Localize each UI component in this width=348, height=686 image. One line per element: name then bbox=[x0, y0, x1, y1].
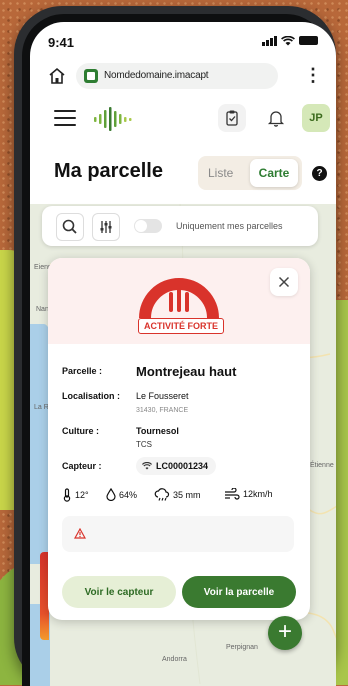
location-label: Localisation : bbox=[62, 391, 121, 401]
activity-gauge-icon bbox=[139, 278, 219, 319]
only-my-parcels-toggle[interactable] bbox=[134, 219, 162, 233]
thermometer-icon bbox=[63, 488, 71, 502]
wifi-icon bbox=[142, 462, 152, 470]
only-my-parcels-label: Uniquement mes parcelles bbox=[176, 221, 283, 231]
clipboard-button[interactable] bbox=[218, 104, 246, 132]
filter-settings-button[interactable] bbox=[92, 213, 120, 241]
alert-box bbox=[62, 516, 294, 552]
status-time: 9:41 bbox=[48, 35, 75, 50]
wind-icon bbox=[225, 488, 240, 500]
weather-row: 12° 64% 35 mm 12km/h bbox=[62, 488, 302, 506]
sensor-id: LC00001234 bbox=[156, 461, 209, 471]
parcel-card: ACTIVITÉ FORTE Parcelle : Montrejeau hau… bbox=[48, 258, 310, 620]
water-drop-icon bbox=[106, 488, 116, 501]
close-button[interactable] bbox=[270, 268, 298, 296]
view-sensor-button[interactable]: Voir le capteur bbox=[62, 576, 176, 608]
status-icons bbox=[262, 35, 318, 46]
temperature-value: 12° bbox=[75, 490, 89, 500]
warning-icon bbox=[74, 528, 86, 539]
notifications-button[interactable] bbox=[262, 104, 290, 132]
app-header: JP bbox=[30, 100, 336, 144]
view-parcel-button[interactable]: Voir la parcelle bbox=[182, 576, 296, 608]
parcel-name: Montrejeau haut bbox=[136, 364, 237, 379]
battery-icon bbox=[299, 36, 318, 45]
search-icon bbox=[62, 219, 77, 234]
sensor-label: Capteur : bbox=[62, 461, 102, 471]
rain-cloud-icon bbox=[154, 488, 170, 501]
sliders-icon bbox=[100, 221, 112, 233]
status-bar: 9:41 bbox=[30, 22, 336, 54]
url-text: Nomdedomaine.imacapt bbox=[104, 70, 209, 81]
add-button[interactable]: + bbox=[268, 616, 302, 650]
map-label-city: Étienne bbox=[310, 462, 334, 469]
map-label-city: Perpignan bbox=[226, 644, 258, 651]
user-avatar[interactable]: JP bbox=[302, 104, 330, 132]
parcel-label: Parcelle : bbox=[62, 366, 103, 376]
browser-url-bar: Nomdedomaine.imacapt ⋮ bbox=[42, 62, 324, 90]
humidity-value: 64% bbox=[119, 489, 138, 500]
tab-carte[interactable]: Carte bbox=[250, 159, 298, 187]
activity-level-badge: ACTIVITÉ FORTE bbox=[138, 318, 224, 334]
temperature: 12° bbox=[62, 488, 89, 502]
wind: 12km/h bbox=[224, 488, 273, 500]
map-filter-bar: Uniquement mes parcelles bbox=[42, 206, 318, 246]
wifi-status-icon bbox=[281, 35, 295, 45]
browser-menu-icon[interactable]: ⋮ bbox=[304, 66, 322, 84]
home-icon[interactable] bbox=[48, 67, 66, 85]
page-title: Ma parcelle bbox=[54, 160, 163, 182]
humidity: 64% bbox=[106, 488, 137, 501]
search-button[interactable] bbox=[56, 213, 84, 241]
help-icon[interactable]: ? bbox=[312, 166, 327, 181]
bell-icon bbox=[267, 111, 285, 127]
location-postal: 31430, FRANCE bbox=[136, 407, 189, 414]
cellular-signal-icon bbox=[262, 35, 277, 46]
brand-logo-icon[interactable] bbox=[92, 106, 136, 132]
url-field[interactable]: Nomdedomaine.imacapt bbox=[76, 63, 278, 89]
location-value: Le Fousseret bbox=[136, 391, 189, 401]
tab-liste[interactable]: Liste bbox=[208, 166, 233, 180]
sensor-id-pill[interactable]: LC00001234 bbox=[136, 457, 217, 475]
rainfall-value: 35 mm bbox=[173, 489, 201, 500]
map-label-city: Andorra bbox=[162, 656, 187, 663]
crop-subvalue: TCS bbox=[136, 440, 152, 449]
clipboard-check-icon bbox=[226, 110, 238, 126]
view-toggle: Liste Carte bbox=[198, 156, 302, 190]
hamburger-menu-icon[interactable] bbox=[54, 110, 76, 126]
crop-label: Culture : bbox=[62, 426, 99, 436]
wind-value: 12km/h bbox=[243, 489, 273, 499]
site-favicon-icon bbox=[84, 69, 98, 83]
rainfall: 35 mm bbox=[154, 488, 201, 501]
close-icon bbox=[278, 276, 290, 288]
crop-value: Tournesol bbox=[136, 426, 179, 436]
